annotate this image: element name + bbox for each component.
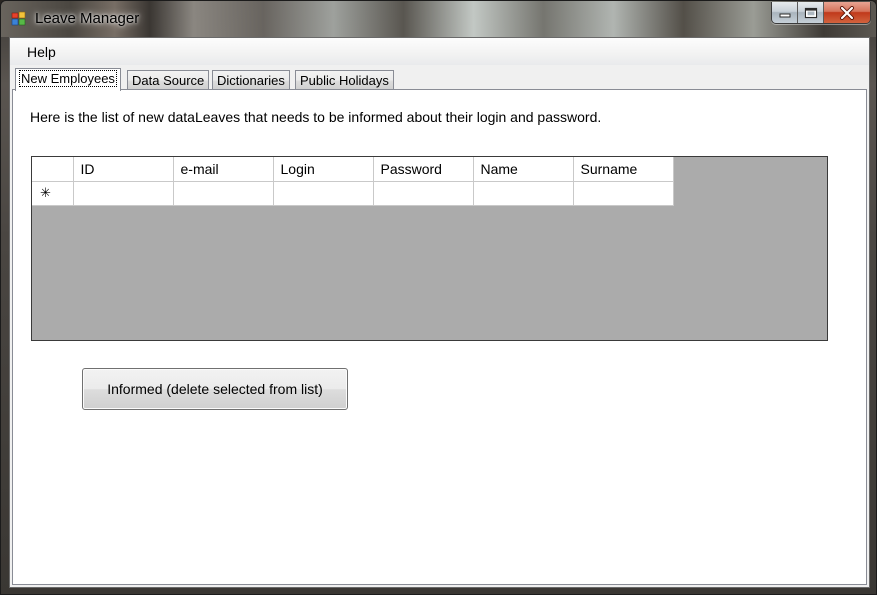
client-area: Help New Employees Data Source Dictionar… (9, 37, 870, 588)
tab-label: New Employees (19, 70, 117, 87)
cell-name[interactable] (473, 181, 574, 206)
tab-label: Public Holidays (300, 73, 389, 88)
cell-email[interactable] (173, 181, 274, 206)
grid-new-row[interactable]: ✳ (32, 181, 674, 206)
menu-help[interactable]: Help (27, 44, 56, 60)
info-text: Here is the list of new dataLeaves that … (30, 109, 602, 125)
caption-buttons (771, 2, 871, 24)
new-row-marker[interactable]: ✳ (32, 181, 74, 206)
tab-dictionaries[interactable]: Dictionaries (212, 70, 290, 90)
maximize-button[interactable] (798, 2, 824, 23)
column-header-password[interactable]: Password (373, 157, 474, 182)
grid-table: ID e-mail Login Password Name Surname ✳ (32, 157, 674, 206)
grid-corner-cell[interactable] (32, 157, 74, 182)
column-header-login[interactable]: Login (273, 157, 374, 182)
tab-new-employees[interactable]: New Employees (15, 68, 121, 91)
tab-label: Dictionaries (217, 73, 285, 88)
grid-header-row: ID e-mail Login Password Name Surname (32, 157, 674, 182)
column-header-surname[interactable]: Surname (573, 157, 674, 182)
tab-strip: New Employees Data Source Dictionaries P… (12, 68, 871, 91)
cell-surname[interactable] (573, 181, 674, 206)
tab-public-holidays[interactable]: Public Holidays (295, 70, 394, 90)
close-icon (840, 5, 854, 20)
window-title: Leave Manager (35, 10, 140, 27)
minimize-button[interactable] (772, 2, 798, 23)
cell-id[interactable] (73, 181, 174, 206)
cell-login[interactable] (273, 181, 374, 206)
tab-panel-new-employees: Here is the list of new dataLeaves that … (12, 89, 867, 585)
column-header-email[interactable]: e-mail (173, 157, 274, 182)
column-header-id[interactable]: ID (73, 157, 174, 182)
cell-password[interactable] (373, 181, 474, 206)
minimize-icon (779, 13, 790, 17)
app-windows-icon[interactable] (11, 11, 27, 27)
tab-data-source[interactable]: Data Source (127, 70, 210, 90)
column-header-name[interactable]: Name (473, 157, 574, 182)
app-window: Leave Manager Help New Employees Data So… (0, 0, 877, 595)
informed-delete-button[interactable]: Informed (delete selected from list) (82, 368, 348, 410)
tab-label: Data Source (132, 73, 205, 88)
menu-bar: Help (10, 38, 869, 65)
close-button[interactable] (824, 2, 870, 23)
maximize-icon (804, 7, 817, 18)
employees-grid[interactable]: ID e-mail Login Password Name Surname ✳ (31, 156, 828, 341)
